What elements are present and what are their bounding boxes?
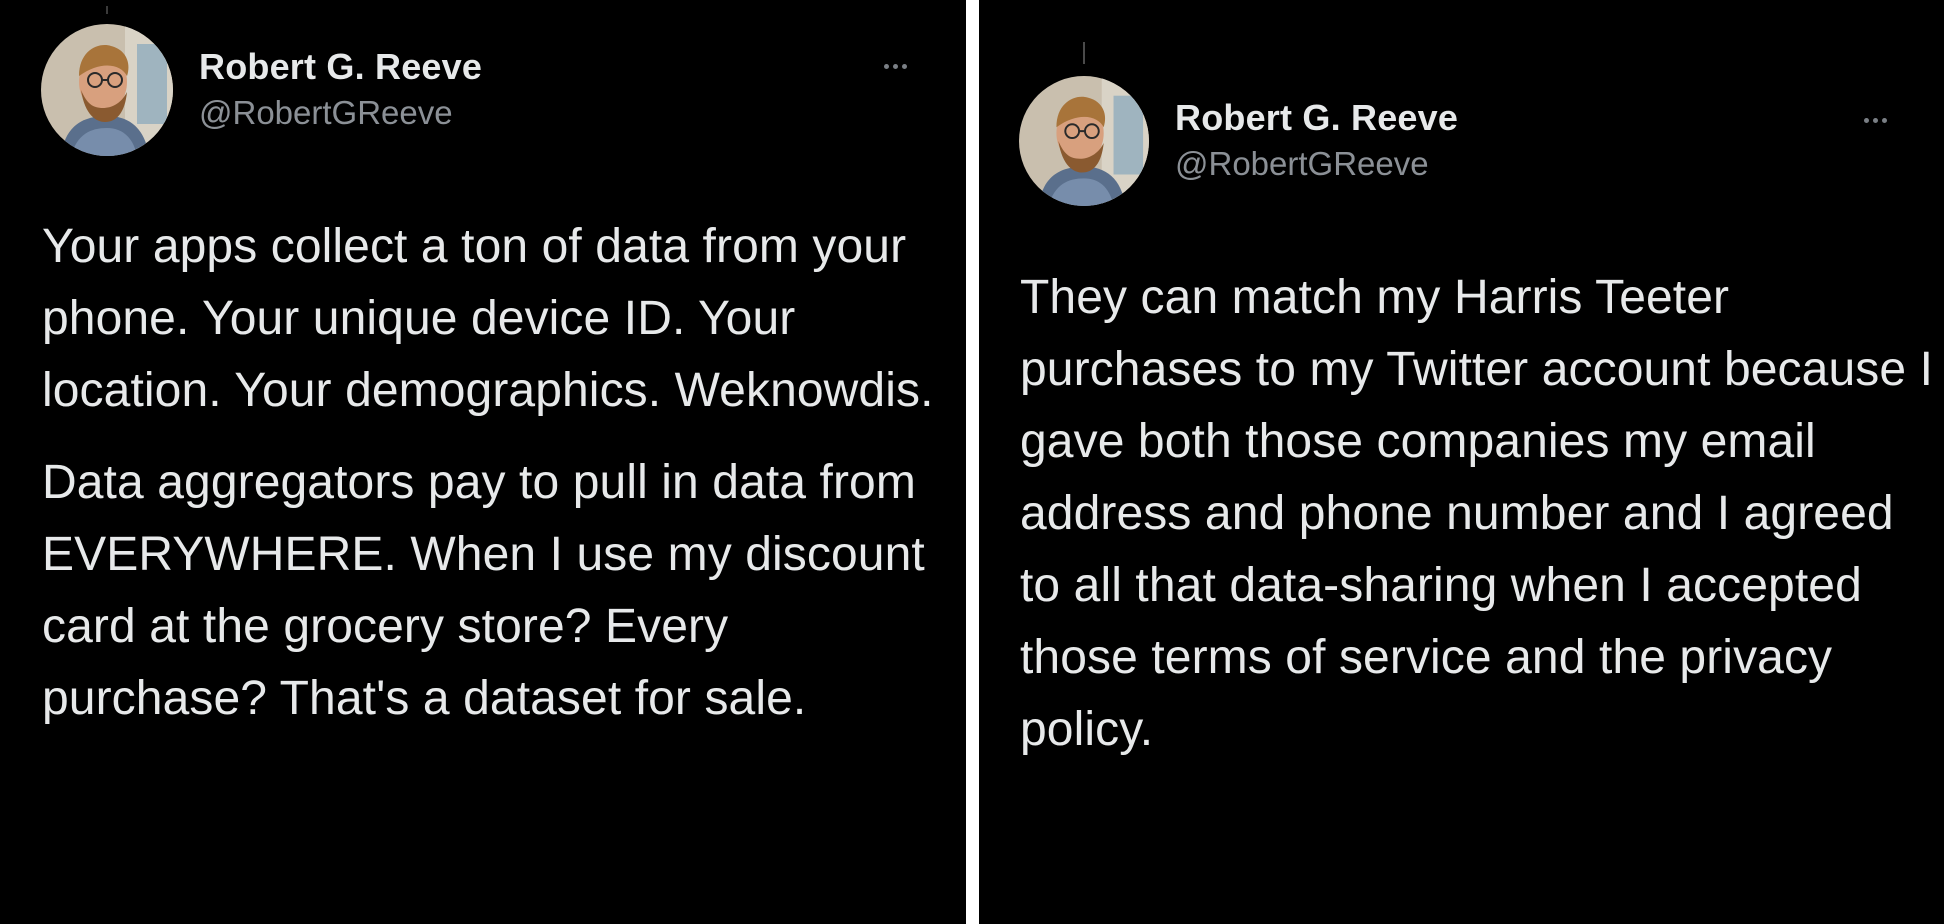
more-dot [893,64,898,69]
tweet-paragraph: They can match my Harris Teeter purchase… [1020,271,1934,756]
more-horizontal-icon[interactable] [1864,118,1887,123]
thread-line [106,6,108,14]
author-names: Robert G. Reeve @RobertGReeve [1175,96,1458,186]
tweet-header: Robert G. Reeve @RobertGReeve [41,24,482,156]
more-dot [884,64,889,69]
author-display-name[interactable]: Robert G. Reeve [1175,96,1458,140]
screenshot-composite: Robert G. Reeve @RobertGReeve Your apps … [0,0,1944,924]
author-handle[interactable]: @RobertGReeve [199,91,482,135]
more-dot [1873,118,1878,123]
more-horizontal-icon[interactable] [884,64,907,69]
author-display-name[interactable]: Robert G. Reeve [199,45,482,89]
tweet-header: Robert G. Reeve @RobertGReeve [1019,76,1458,206]
avatar-photo-icon [41,24,173,156]
tweet-text: They can match my Harris Teeter purchase… [1020,262,1935,766]
avatar[interactable] [41,24,173,156]
tweet-text: Your apps collect a ton of data from you… [42,211,962,735]
tweet-card-right: Robert G. Reeve @RobertGReeve They can m… [979,0,1944,924]
more-dot [1864,118,1869,123]
thread-line [1083,42,1085,64]
more-dot [1882,118,1887,123]
author-names: Robert G. Reeve @RobertGReeve [199,45,482,135]
tweet-paragraph: Data aggregators pay to pull in data fro… [42,456,925,725]
tweet-card-left: Robert G. Reeve @RobertGReeve Your apps … [0,0,966,924]
avatar-photo-icon [1019,76,1149,206]
avatar[interactable] [1019,76,1149,206]
more-dot [902,64,907,69]
tweet-paragraph: Your apps collect a ton of data from you… [42,220,934,417]
author-handle[interactable]: @RobertGReeve [1175,142,1458,186]
